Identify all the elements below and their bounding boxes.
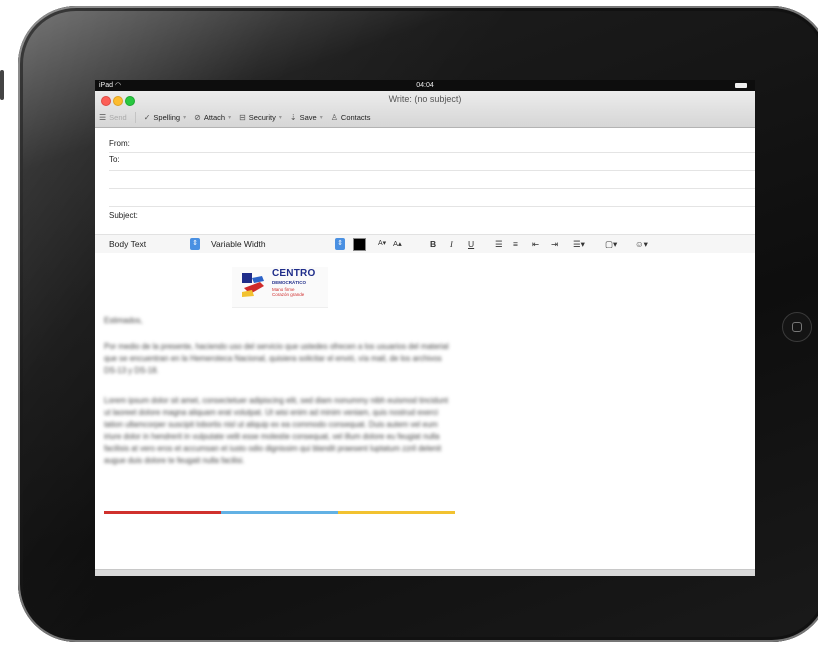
spelling-label: Spelling xyxy=(153,113,181,122)
message-body[interactable]: CENTRO DEMOCRÁTICO Mano firme Corazón gr… xyxy=(95,253,755,576)
attach-label: Attach xyxy=(203,113,226,122)
band-blue xyxy=(221,511,338,514)
divider xyxy=(109,188,755,189)
paperclip-icon: ⊘ xyxy=(194,113,201,122)
band-red xyxy=(104,511,221,514)
font-stepper-icon[interactable]: ⇕ xyxy=(335,238,345,250)
divider xyxy=(109,152,755,153)
window-title: Write: (no subject) xyxy=(388,94,462,104)
chevron-down-icon[interactable]: ▾ xyxy=(279,114,282,121)
send-button[interactable]: ☰ Send xyxy=(99,113,127,122)
status-bar: iPad ◠ 04:04 xyxy=(95,80,755,91)
logo-subtitle: DEMOCRÁTICO xyxy=(272,280,306,285)
to-field[interactable]: To: xyxy=(109,154,755,166)
increase-font-size-icon[interactable]: A▴ xyxy=(393,238,402,250)
format-bar: Body Text ⇕ Variable Width ⇕ A▾ A▴ B I U… xyxy=(95,234,755,254)
spelling-button[interactable]: ✓ Spelling ▾ xyxy=(144,113,186,122)
attach-button[interactable]: ⊘ Attach ▾ xyxy=(194,113,231,122)
message-paragraph-1: Por medio de la presente, haciendo uso d… xyxy=(104,342,449,375)
outdent-icon[interactable]: ⇤ xyxy=(532,238,539,250)
contacts-button[interactable]: ♙ Contacts xyxy=(331,113,371,122)
paragraph-style-stepper-icon[interactable]: ⇕ xyxy=(190,238,200,250)
emoji-icon[interactable]: ☺▾ xyxy=(635,238,648,250)
logo-name: CENTRO xyxy=(272,268,316,279)
divider xyxy=(109,170,755,171)
home-button[interactable] xyxy=(782,312,812,342)
status-time: 04:04 xyxy=(416,82,434,89)
bullet-list-icon[interactable]: ☰ xyxy=(495,238,503,250)
font-select[interactable]: Variable Width xyxy=(211,238,266,250)
send-icon: ☰ xyxy=(99,113,107,122)
italic-button[interactable]: I xyxy=(450,238,453,250)
subject-label: Subject: xyxy=(109,211,138,220)
security-label: Security xyxy=(248,113,276,122)
to-label: To: xyxy=(109,155,120,164)
chevron-down-icon[interactable]: ▾ xyxy=(183,114,186,121)
contacts-icon: ♙ xyxy=(330,113,338,122)
align-icon[interactable]: ☰▾ xyxy=(573,238,585,250)
download-icon: ⇣ xyxy=(289,113,297,122)
band-yellow xyxy=(338,511,455,514)
indent-icon[interactable]: ⇥ xyxy=(551,238,558,250)
centro-democratico-logo: CENTRO DEMOCRÁTICO Mano firme Corazón gr… xyxy=(232,267,328,308)
checkmark-icon: ✓ xyxy=(143,113,151,122)
save-label: Save xyxy=(299,113,317,122)
logo-mark-icon xyxy=(242,273,264,297)
bold-button[interactable]: B xyxy=(430,238,436,250)
text-color-swatch[interactable] xyxy=(353,238,366,251)
security-button[interactable]: ⊟ Security ▾ xyxy=(239,113,282,122)
insert-icon[interactable]: ▢▾ xyxy=(605,238,617,250)
window-bottom-bar xyxy=(95,569,755,576)
paragraph-style-select[interactable]: Body Text xyxy=(109,238,146,250)
divider xyxy=(109,206,755,207)
signature-color-band xyxy=(104,511,455,514)
underline-button[interactable]: U xyxy=(468,238,474,250)
decrease-font-size-icon[interactable]: A▾ xyxy=(378,238,386,250)
lock-icon: ⊟ xyxy=(239,113,246,122)
send-label: Send xyxy=(109,113,127,122)
from-field[interactable]: From: xyxy=(109,138,755,150)
compose-window: iPad ◠ 04:04 Write: (no subject) ☰ Send … xyxy=(95,80,755,576)
volume-button xyxy=(0,70,4,100)
title-bar: Write: (no subject) ☰ Send ✓ Spelling ▾ … xyxy=(95,91,755,128)
greeting-text: Estimados, xyxy=(104,316,143,325)
message-paragraph-2: Lorem ipsum dolor sit amet, consectetuer… xyxy=(104,396,449,465)
battery-icon xyxy=(735,83,747,88)
save-button[interactable]: ⇣ Save ▾ xyxy=(290,113,323,122)
logo-slogan-line2: Corazón grande xyxy=(272,292,305,297)
from-label: From: xyxy=(109,139,130,148)
logo-slogan: Mano firme Corazón grande xyxy=(272,287,304,297)
subject-field[interactable]: Subject: xyxy=(109,210,755,222)
chevron-down-icon[interactable]: ▾ xyxy=(320,114,323,121)
toolbar: ☰ Send ✓ Spelling ▾ ⊘ Attach ▾ ⊟ Securit… xyxy=(99,111,379,124)
contacts-label: Contacts xyxy=(340,113,371,122)
chevron-down-icon[interactable]: ▾ xyxy=(228,114,231,121)
numbered-list-icon[interactable]: ≡ xyxy=(513,238,518,250)
recipient-row-empty[interactable] xyxy=(109,172,755,184)
toolbar-separator xyxy=(134,112,136,123)
